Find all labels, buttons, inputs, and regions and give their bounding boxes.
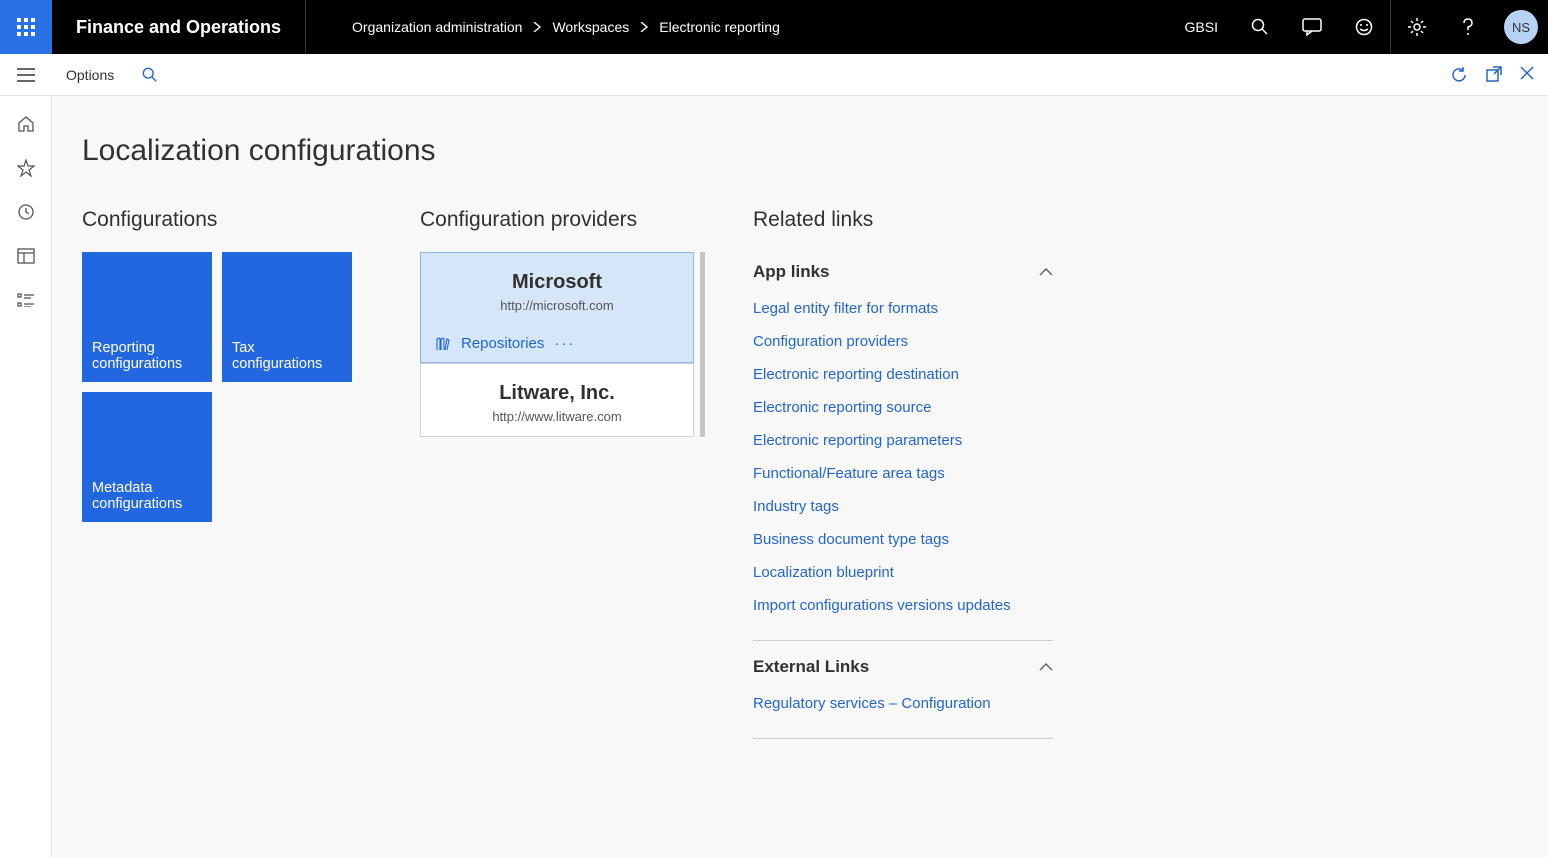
search-icon: [1251, 18, 1269, 36]
external-links-group-header[interactable]: External Links: [753, 647, 1053, 687]
main-content: Localization configurations Configuratio…: [52, 96, 1548, 857]
link-item[interactable]: Legal entity filter for formats: [753, 292, 1053, 325]
provider-more-button[interactable]: ···: [554, 335, 575, 352]
nav-recent[interactable]: [0, 190, 52, 234]
nav-workspaces[interactable]: [0, 234, 52, 278]
close-button[interactable]: [1520, 66, 1534, 84]
app-links-heading-label: App links: [753, 262, 830, 282]
search-icon: [142, 67, 158, 83]
configurations-section: Configurations Reporting configurations …: [82, 208, 372, 522]
company-picker[interactable]: GBSI: [1169, 19, 1234, 35]
page-title: Localization configurations: [82, 134, 1518, 168]
search-button[interactable]: [1234, 0, 1286, 54]
tile-reporting-configurations[interactable]: Reporting configurations: [82, 252, 212, 382]
provider-url: http://www.litware.com: [437, 409, 677, 424]
options-button[interactable]: Options: [66, 67, 114, 83]
question-icon: [1462, 18, 1474, 36]
tile-label: Reporting configurations: [92, 340, 202, 372]
app-links-group-header[interactable]: App links: [753, 252, 1053, 292]
repository-icon: [435, 337, 451, 351]
waffle-icon: [17, 18, 35, 36]
app-launcher-button[interactable]: [0, 0, 52, 54]
link-item[interactable]: Configuration providers: [753, 325, 1053, 358]
breadcrumb-item[interactable]: Workspaces: [546, 19, 635, 35]
nav-modules[interactable]: [0, 278, 52, 322]
user-avatar[interactable]: NS: [1504, 10, 1538, 44]
provider-card[interactable]: Microsoft http://microsoft.com Repositor…: [420, 252, 694, 363]
chevron-right-icon: [639, 22, 649, 32]
external-links-list: Regulatory services – Configuration: [753, 687, 1053, 739]
configurations-heading: Configurations: [82, 208, 372, 232]
link-item[interactable]: Electronic reporting source: [753, 391, 1053, 424]
close-icon: [1520, 66, 1534, 80]
popout-button[interactable]: [1486, 66, 1502, 84]
link-item[interactable]: Electronic reporting destination: [753, 358, 1053, 391]
hamburger-icon: [17, 68, 35, 82]
header-right: GBSI NS: [1169, 0, 1548, 54]
external-links-heading-label: External Links: [753, 657, 869, 677]
nav-favorites[interactable]: [0, 146, 52, 190]
breadcrumb-item[interactable]: Electronic reporting: [653, 19, 786, 35]
star-icon: [17, 159, 35, 177]
side-nav: [0, 96, 52, 857]
tile-label: Metadata configurations: [92, 480, 202, 512]
provider-name: Microsoft: [437, 271, 677, 294]
chevron-right-icon: [532, 22, 542, 32]
nav-toggle-button[interactable]: [0, 54, 52, 96]
feedback-button[interactable]: [1338, 0, 1390, 54]
provider-card[interactable]: Litware, Inc. http://www.litware.com: [420, 363, 694, 437]
repositories-link[interactable]: Repositories: [461, 335, 544, 352]
workspace-icon: [17, 248, 35, 264]
help-button[interactable]: [1442, 0, 1494, 54]
app-name[interactable]: Finance and Operations: [52, 0, 306, 54]
link-item[interactable]: Localization blueprint: [753, 556, 1053, 589]
breadcrumb: Organization administration Workspaces E…: [306, 19, 786, 35]
link-item[interactable]: Electronic reporting parameters: [753, 424, 1053, 457]
popout-icon: [1486, 66, 1502, 82]
chat-icon: [1302, 18, 1322, 36]
clock-icon: [17, 203, 35, 221]
refresh-button[interactable]: [1450, 66, 1468, 84]
modules-icon: [17, 293, 35, 307]
related-links-heading: Related links: [753, 208, 1053, 232]
link-item[interactable]: Functional/Feature area tags: [753, 457, 1053, 490]
action-bar: Options: [52, 54, 1548, 96]
link-item[interactable]: Industry tags: [753, 490, 1053, 523]
actionbar-search-button[interactable]: [142, 67, 158, 83]
providers-heading: Configuration providers: [420, 208, 705, 232]
refresh-icon: [1450, 66, 1468, 84]
nav-home[interactable]: [0, 102, 52, 146]
global-header: Finance and Operations Organization admi…: [0, 0, 1548, 54]
messages-button[interactable]: [1286, 0, 1338, 54]
home-icon: [17, 115, 35, 133]
gear-icon: [1408, 18, 1426, 36]
breadcrumb-item[interactable]: Organization administration: [346, 19, 528, 35]
tile-label: Tax configurations: [232, 340, 342, 372]
smiley-icon: [1355, 18, 1373, 36]
settings-button[interactable]: [1390, 0, 1442, 54]
chevron-up-icon: [1039, 267, 1053, 277]
link-item[interactable]: Business document type tags: [753, 523, 1053, 556]
tile-tax-configurations[interactable]: Tax configurations: [222, 252, 352, 382]
tile-metadata-configurations[interactable]: Metadata configurations: [82, 392, 212, 522]
provider-url: http://microsoft.com: [437, 298, 677, 313]
link-item[interactable]: Import configurations versions updates: [753, 589, 1053, 622]
related-links-section: Related links App links Legal entity fil…: [753, 208, 1053, 745]
chevron-up-icon: [1039, 662, 1053, 672]
app-links-list: Legal entity filter for formats Configur…: [753, 292, 1053, 641]
providers-section: Configuration providers Microsoft http:/…: [420, 208, 705, 437]
link-item[interactable]: Regulatory services – Configuration: [753, 687, 1053, 720]
provider-name: Litware, Inc.: [437, 382, 677, 405]
